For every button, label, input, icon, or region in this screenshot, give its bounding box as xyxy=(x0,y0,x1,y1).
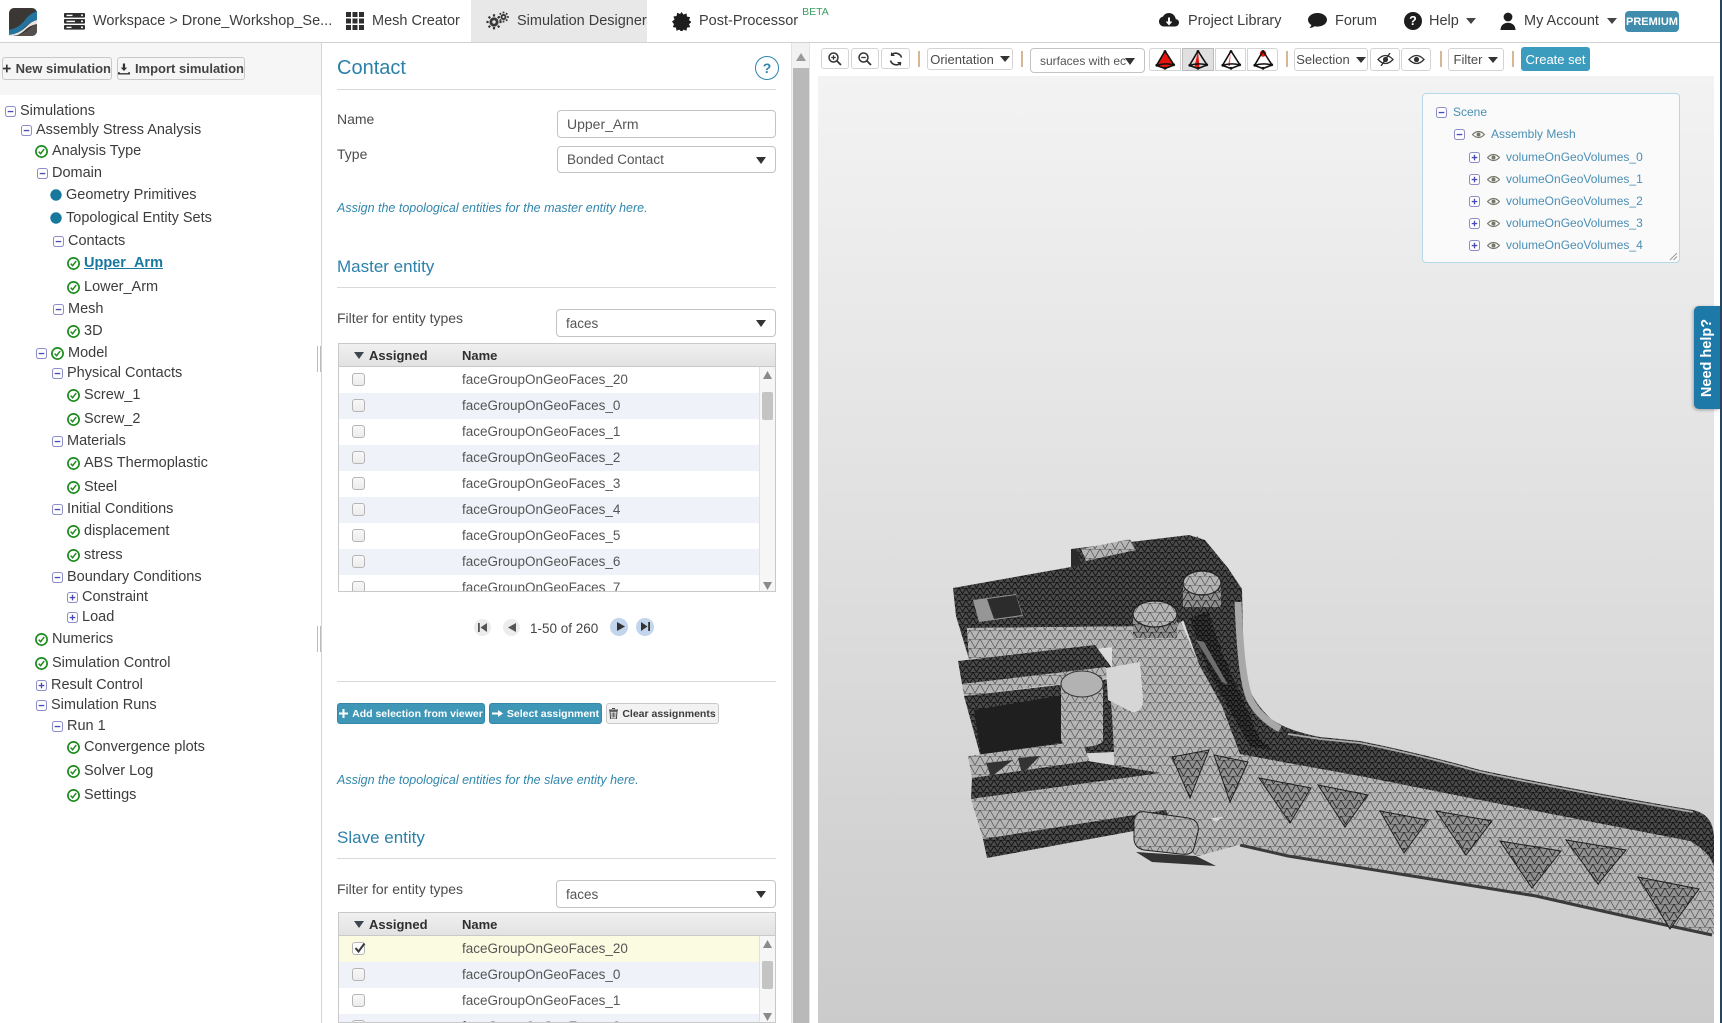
svg-text:?: ? xyxy=(1409,14,1417,28)
